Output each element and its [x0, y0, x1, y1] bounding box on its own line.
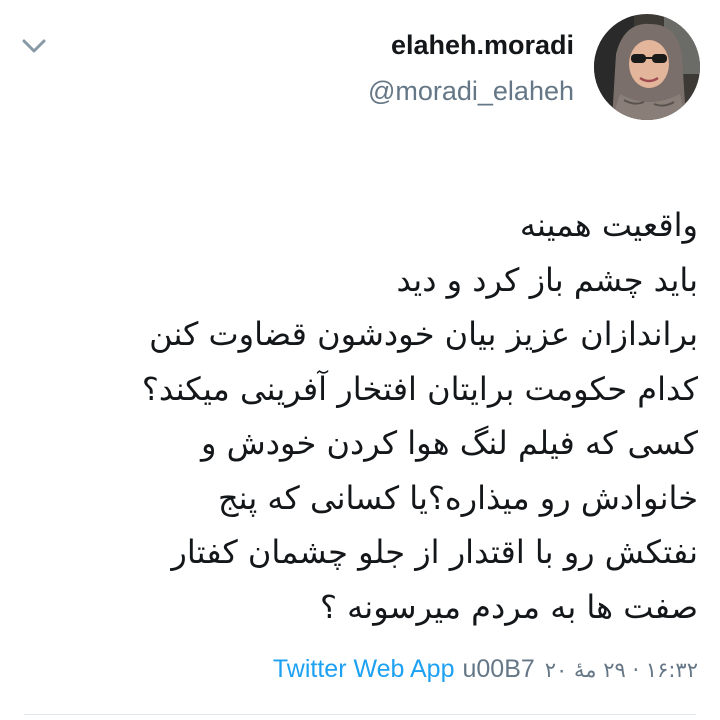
tweet-line: کدام حکومت برایتان افتخار آفرینی میکند؟ [141, 369, 698, 408]
source-app-link[interactable]: Twitter Web App [273, 655, 455, 684]
user-names: elaheh.moradi @moradi_elaheh [368, 27, 574, 107]
tweet-card: elaheh.moradi @moradi_elaheh واقعیت همین… [0, 0, 720, 720]
tweet-line: واقعیت همینه [519, 206, 698, 244]
divider [24, 714, 696, 715]
tweet-header: elaheh.moradi @moradi_elaheh [368, 14, 700, 120]
separator: u00B7 [462, 655, 535, 683]
tweet-line: صفت ها به مردم میرسونه ؟ [319, 587, 698, 626]
tweet-timestamp[interactable]: ۱۶:۳۲ · ۲۹ مهٔ ۲۰ [545, 658, 698, 682]
user-handle[interactable]: @moradi_elaheh [368, 75, 574, 107]
tweet-line: براندازان عزیز بیان خودشون قضاوت کنن [149, 315, 698, 353]
chevron-down-icon[interactable] [20, 36, 48, 56]
tweet-line: نفتکش رو با اقتدار از جلو چشمان کفتار [171, 533, 698, 571]
tweet-footer: Twitter Web App u00B7 ۱۶:۳۲ · ۲۹ مهٔ ۲۰ [273, 655, 698, 684]
avatar[interactable] [594, 14, 700, 120]
display-name[interactable]: elaheh.moradi [391, 29, 574, 61]
tweet-text: واقعیت همینه باید چشم باز کرد و دید بران… [18, 198, 698, 634]
tweet-line: کسی که فیلم لنگ هوا کردن خودش و [201, 424, 698, 462]
tweet-line: خانوادش رو میذاره؟یا کسانی که پنج [218, 478, 698, 517]
tweet-line: باید چشم باز کرد و دید [396, 260, 699, 299]
